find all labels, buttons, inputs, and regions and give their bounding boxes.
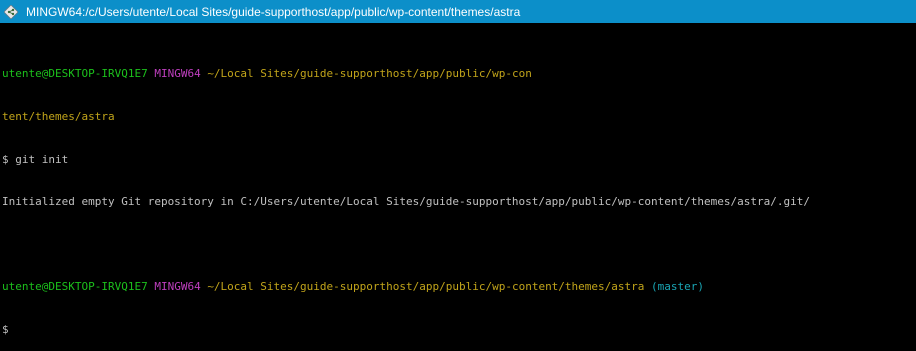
- prompt-path-continued: tent/themes/astra: [2, 110, 115, 123]
- prompt-path: ~/Local Sites/guide-supporthost/app/publ…: [207, 280, 644, 293]
- prompt-path-wrap: tent/themes/astra: [2, 110, 916, 124]
- prompt-line: utente@DESKTOP-IRVQ1E7 MINGW64 ~/Local S…: [2, 67, 916, 81]
- title-bar[interactable]: MINGW64:/c/Users/utente/Local Sites/guid…: [0, 0, 916, 23]
- input-prompt[interactable]: $: [2, 323, 916, 337]
- prompt-user-host: utente@DESKTOP-IRVQ1E7: [2, 67, 148, 80]
- prompt-user-host: utente@DESKTOP-IRVQ1E7: [2, 280, 148, 293]
- git-bash-icon[interactable]: [3, 4, 19, 20]
- blank-line: [2, 238, 916, 252]
- prompt-system: MINGW64: [154, 67, 200, 80]
- command-line: $ git init: [2, 153, 916, 167]
- prompt-path: ~/Local Sites/guide-supporthost/app/publ…: [207, 67, 532, 80]
- terminal-output[interactable]: utente@DESKTOP-IRVQ1E7 MINGW64 ~/Local S…: [2, 39, 916, 264]
- prompt-system: MINGW64: [154, 280, 200, 293]
- prompt-line: utente@DESKTOP-IRVQ1E7 MINGW64 ~/Local S…: [2, 280, 916, 294]
- window-title: MINGW64:/c/Users/utente/Local Sites/guid…: [26, 5, 520, 19]
- command-output: Initialized empty Git repository in C:/U…: [2, 195, 916, 209]
- git-branch: (master): [651, 280, 704, 293]
